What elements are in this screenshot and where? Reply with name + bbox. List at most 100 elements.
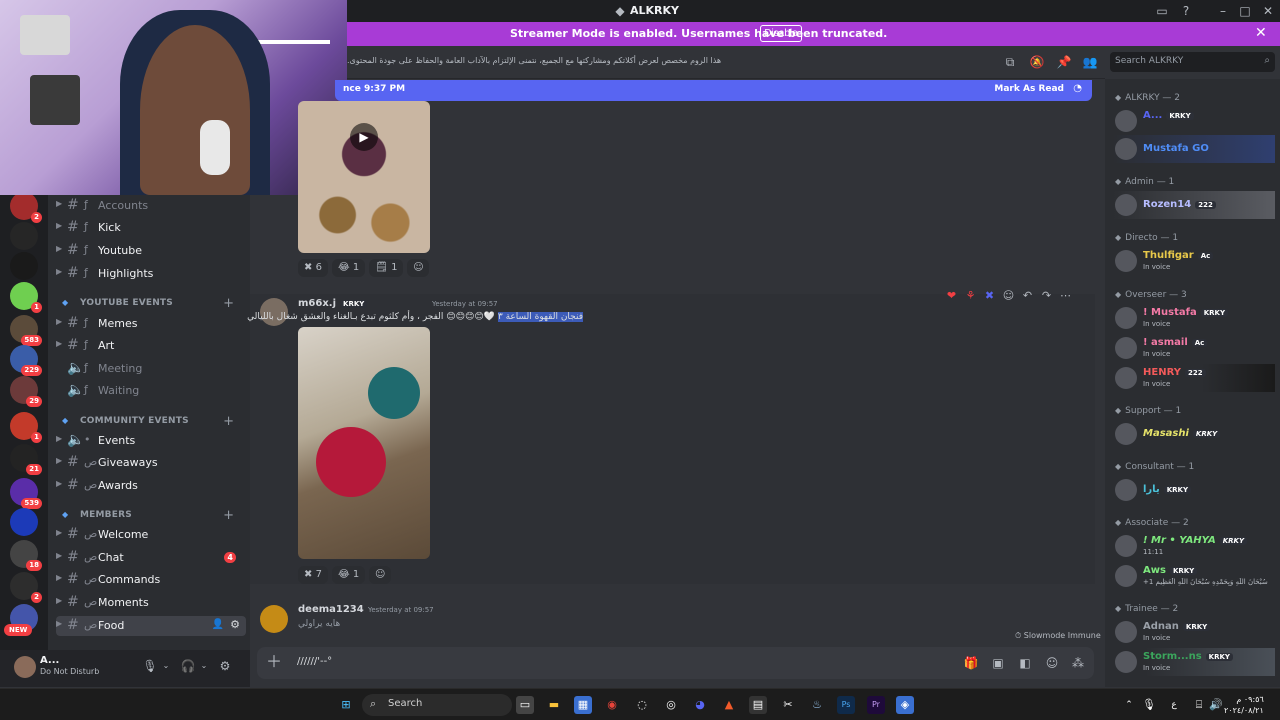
headphones-icon[interactable]: 🎧 xyxy=(180,658,196,674)
server-icon[interactable] xyxy=(10,252,38,280)
server-icon[interactable] xyxy=(10,508,38,536)
photoshop-icon[interactable]: Ps xyxy=(837,696,855,714)
file-explorer-icon[interactable]: ▬ xyxy=(545,696,563,714)
message-input[interactable]: //////'--° xyxy=(297,656,332,667)
attach-plus-icon[interactable]: ＋ xyxy=(265,653,283,671)
channel-meeting[interactable]: 🔈 ƒ Meeting xyxy=(56,359,246,379)
avatar[interactable] xyxy=(14,656,36,678)
channel-welcome[interactable]: ▶ # ص Welcome xyxy=(56,525,246,545)
mark-as-read-button[interactable]: Mark As Read xyxy=(994,84,1064,94)
channel-highlights[interactable]: ▶ # ƒ Highlights xyxy=(56,264,246,284)
server-icon[interactable]: 18 xyxy=(10,540,42,571)
threads-icon[interactable]: ⧉ xyxy=(1002,54,1018,70)
server-icon[interactable]: 29 xyxy=(10,376,42,407)
gear-icon[interactable]: ⚙ xyxy=(217,658,233,674)
sticker-icon[interactable]: ◧ xyxy=(1017,655,1033,671)
category-members[interactable]: ◆ MEMBERS + xyxy=(58,508,248,524)
taskbar-search-input[interactable]: Search xyxy=(388,698,422,709)
member-item[interactable]: Mustafa GO xyxy=(1113,135,1275,163)
play-icon[interactable]: ▶ xyxy=(350,123,378,151)
reply-icon[interactable]: ↶ xyxy=(1018,287,1037,305)
close-window-icon[interactable]: ✕ xyxy=(1260,3,1276,19)
channel-moments[interactable]: ▶ # ص Moments xyxy=(56,593,246,613)
gif-icon[interactable]: ▣ xyxy=(990,655,1006,671)
windows-start-icon[interactable]: ⊞ xyxy=(337,696,355,714)
add-reaction-icon[interactable]: ☺ xyxy=(407,259,430,277)
member-item[interactable]: Adnan KRKY In voice xyxy=(1113,618,1275,646)
add-reaction-icon[interactable]: ☺ xyxy=(369,566,392,584)
channel-waiting[interactable]: 🔈 ƒ Waiting xyxy=(56,381,246,401)
store-icon[interactable]: ▦ xyxy=(574,696,592,714)
channel-accounts[interactable]: ▶ # ƒ Accounts xyxy=(56,196,246,216)
clock[interactable]: ٠٩:٥٦ م ٢٠٢٤/٠٨/٢١ xyxy=(1224,694,1264,716)
channel-topic[interactable]: .هذا الروم مخصص لعرض أكلاتكم ومشاركتها م… xyxy=(347,56,721,65)
channel-events[interactable]: ▶ 🔈 • Events xyxy=(56,431,246,451)
channel-food[interactable]: ▶ # ص Food 👤 ⚙ xyxy=(56,616,246,636)
app-icon[interactable]: ◈ xyxy=(896,696,914,714)
message-username[interactable]: m66x.j KRKY xyxy=(298,298,368,309)
member-list-icon[interactable]: 👥 xyxy=(1082,54,1098,70)
channel-kick[interactable]: ▶ # ƒ Kick xyxy=(56,218,246,238)
server-icon[interactable]: 1 xyxy=(10,412,42,443)
member-item[interactable]: ! Mr • YAHYA KRKY 11:11 xyxy=(1113,532,1275,560)
member-item[interactable]: ! asmail Ac In voice xyxy=(1113,334,1275,362)
member-item[interactable]: يارا KRKY xyxy=(1113,476,1275,504)
channel-chat[interactable]: ▶ # ص Chat 4 xyxy=(56,548,246,568)
channel-memes[interactable]: ▶ # ƒ Memes xyxy=(56,314,246,334)
app-icon[interactable]: ▤ xyxy=(749,696,767,714)
premiere-icon[interactable]: Pr xyxy=(867,696,885,714)
invite-icon[interactable]: 👤 xyxy=(212,619,224,630)
microphone-icon[interactable]: 🎙 xyxy=(1140,696,1158,714)
discord-icon[interactable]: ◕ xyxy=(691,696,709,714)
category-community-events[interactable]: ◆ COMMUNITY EVENTS + xyxy=(58,414,248,430)
chrome-icon[interactable]: ◉ xyxy=(603,696,621,714)
capcut-icon[interactable]: ✂ xyxy=(779,696,797,714)
pin-icon[interactable]: 📌 xyxy=(1056,54,1072,70)
member-item[interactable]: HENRY 222 In voice xyxy=(1113,364,1275,392)
channel-youtube[interactable]: ▶ # ƒ Youtube xyxy=(56,241,246,261)
maximize-icon[interactable]: □ xyxy=(1237,3,1253,19)
add-reaction-icon[interactable]: ☺ xyxy=(999,287,1018,305)
new-messages-bar[interactable]: nce 9:37 PM Mark As Read ◔ xyxy=(335,80,1092,101)
steam-icon[interactable]: ♨ xyxy=(808,696,826,714)
channel-giveaways[interactable]: ▶ # ص Giveaways xyxy=(56,453,246,473)
member-item[interactable]: Rozen14 222 xyxy=(1113,191,1275,219)
search-bar[interactable]: Search ALKRKY ⌕ xyxy=(1110,52,1275,72)
channel-commands[interactable]: ▶ # ص Commands xyxy=(56,570,246,590)
member-item[interactable]: A... KRKY xyxy=(1113,107,1275,135)
language-icon[interactable]: ع xyxy=(1165,696,1183,714)
rose-reaction-icon[interactable]: ⚘ xyxy=(961,287,980,305)
server-icon[interactable]: 229 xyxy=(10,345,42,376)
forward-icon[interactable]: ↷ xyxy=(1037,287,1056,305)
food-video-attachment[interactable]: ▶ xyxy=(298,101,430,253)
reaction[interactable]: ✖ 7 xyxy=(298,566,328,584)
message-username[interactable]: deema1234 xyxy=(298,604,364,615)
gear-icon[interactable]: ⚙ xyxy=(230,618,240,631)
notification-bell-icon[interactable]: 🔕 xyxy=(1029,54,1045,70)
member-item[interactable]: Aws KRKY +1 سُبْحَانَ اللَّهِ وَبِحَمْدِهِ… xyxy=(1113,562,1275,590)
apps-icon[interactable]: ⁂ xyxy=(1070,655,1086,671)
server-icon[interactable]: 539 xyxy=(10,478,42,509)
gift-icon[interactable]: 🎁 xyxy=(963,655,979,671)
member-item[interactable]: ! Mustafa KRKY In voice xyxy=(1113,304,1275,332)
x-reaction-icon[interactable]: ✖ xyxy=(980,287,999,305)
avatar[interactable] xyxy=(260,605,288,633)
server-icon[interactable]: 1 xyxy=(10,282,42,313)
network-icon[interactable]: ⌸ xyxy=(1190,696,1208,714)
microphone-icon[interactable]: 🎙 xyxy=(142,658,158,674)
chevron-down-icon[interactable]: ⌄ xyxy=(196,658,212,674)
member-item[interactable]: Storm...ns KRKY In voice xyxy=(1113,648,1275,676)
reaction[interactable]: ✖ 6 xyxy=(298,259,328,277)
obs-icon[interactable]: ◎ xyxy=(662,696,680,714)
brave-icon[interactable]: ▲ xyxy=(720,696,738,714)
volume-icon[interactable]: 🔊 xyxy=(1207,696,1225,714)
message-composer[interactable]: ＋ //////'--° 🎁 ▣ ◧ ☺ ⁂ xyxy=(257,647,1094,679)
reaction[interactable]: 🗒 1 xyxy=(369,259,404,277)
server-icon[interactable]: 2 xyxy=(10,572,42,603)
channel-art[interactable]: ▶ # ƒ Art xyxy=(56,336,246,356)
category-youtube-events[interactable]: ◆ YOUTUBE EVENTS + xyxy=(58,296,248,312)
heart-reaction-icon[interactable]: ❤ xyxy=(942,287,961,305)
search-input[interactable]: Search ALKRKY xyxy=(1115,56,1183,66)
add-channel-icon[interactable]: + xyxy=(223,508,234,523)
minimize-icon[interactable]: – xyxy=(1215,3,1231,19)
